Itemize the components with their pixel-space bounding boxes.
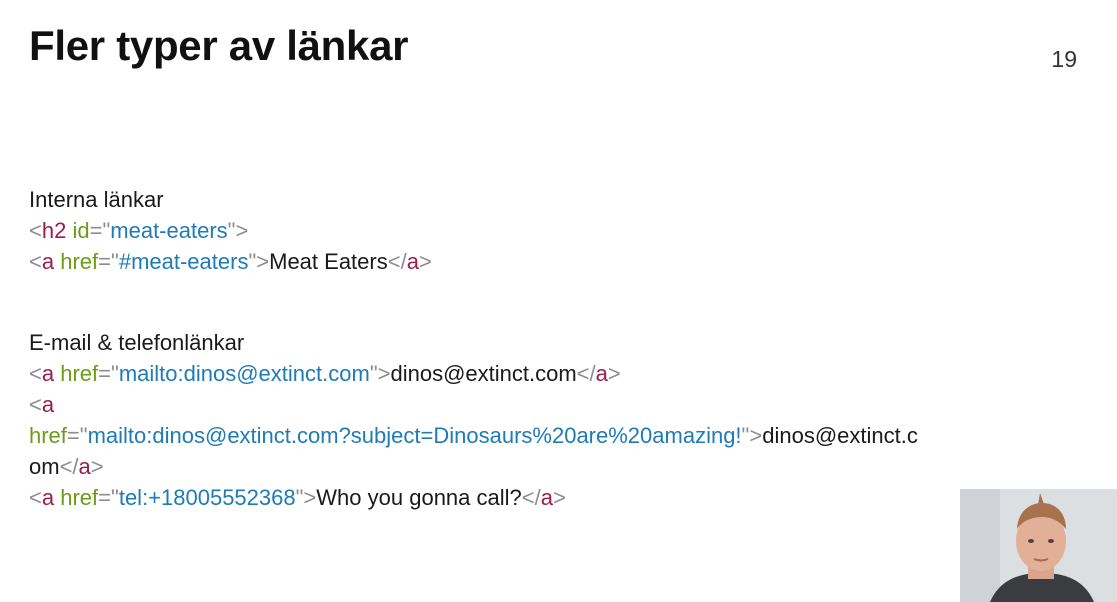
code-line: <a: [29, 389, 1089, 420]
code-line: href="mailto:dinos@extinct.com?subject=D…: [29, 420, 1089, 451]
code-attribute: href: [60, 361, 99, 386]
section-heading: E-mail & telefonlänkar: [29, 330, 245, 355]
code-punctuation: =": [89, 218, 111, 243]
code-punctuation: ">: [227, 218, 249, 243]
code-punctuation: >: [607, 361, 621, 386]
code-tag-name: a: [540, 485, 553, 510]
code-punctuation: <: [29, 485, 42, 510]
code-line: <h2 id="meat-eaters">: [29, 215, 1089, 246]
code-line: om</a>: [29, 451, 1089, 482]
code-attribute: href: [60, 249, 99, 274]
code-punctuation: <: [29, 218, 42, 243]
section-heading: Interna länkar: [29, 187, 164, 212]
section-internal-links: Interna länkar <h2 id="meat-eaters"> <a …: [29, 184, 1089, 277]
code-attribute-value: mailto:dinos@extinct.com?subject=Dinosau…: [87, 423, 742, 448]
code-attribute-value: #meat-eaters: [118, 249, 249, 274]
code-punctuation: =": [66, 423, 88, 448]
code-punctuation: >: [418, 249, 432, 274]
slide-title: Fler typer av länkar: [29, 22, 409, 69]
slide-content: Interna länkar <h2 id="meat-eaters"> <a …: [29, 184, 1089, 513]
code-attribute: href: [60, 485, 99, 510]
code-punctuation: >: [552, 485, 566, 510]
code-attribute-value: meat-eaters: [110, 218, 228, 243]
code-punctuation: =": [98, 361, 119, 386]
code-tag-name: a: [41, 361, 55, 386]
code-tag-name: a: [406, 249, 419, 274]
code-line: <a href="tel:+18005552368">Who you gonna…: [29, 482, 1089, 513]
code-punctuation: ">: [369, 361, 391, 386]
code-punctuation: </: [387, 249, 407, 274]
code-tag-name: a: [41, 392, 55, 417]
slide-number: 19: [1051, 46, 1077, 72]
code-text: dinos@extinct.c: [762, 423, 918, 448]
code-punctuation: ">: [248, 249, 270, 274]
code-tag-name: a: [595, 361, 608, 386]
code-text: om: [29, 454, 60, 479]
code-punctuation: =": [98, 249, 119, 274]
code-line: <a href="mailto:dinos@extinct.com">dinos…: [29, 358, 1089, 389]
code-tag-name: a: [41, 249, 55, 274]
code-punctuation: ">: [295, 485, 317, 510]
code-attribute: id: [72, 218, 90, 243]
presenter-webcam-icon: [960, 489, 1117, 602]
code-text: Meat Eaters: [269, 249, 388, 274]
code-text: dinos@extinct.com: [390, 361, 577, 386]
code-tag-name: a: [78, 454, 91, 479]
code-attribute-value: mailto:dinos@extinct.com: [118, 361, 370, 386]
code-punctuation: <: [29, 249, 42, 274]
code-punctuation: </: [59, 454, 79, 479]
code-text: Who you gonna call?: [316, 485, 522, 510]
code-line: <a href="#meat-eaters">Meat Eaters</a>: [29, 246, 1089, 277]
code-punctuation: >: [90, 454, 104, 479]
section-email-phone-links: E-mail & telefonlänkar <a href="mailto:d…: [29, 327, 1089, 513]
code-tag-name: a: [41, 485, 55, 510]
code-punctuation: =": [98, 485, 119, 510]
presenter-webcam-overlay: [960, 489, 1117, 602]
code-attribute: href: [29, 423, 67, 448]
code-punctuation: </: [521, 485, 541, 510]
code-punctuation: </: [576, 361, 596, 386]
code-tag-name: h2: [41, 218, 67, 243]
code-punctuation: ">: [741, 423, 763, 448]
code-punctuation: <: [29, 392, 42, 417]
code-attribute-value: tel:+18005552368: [118, 485, 296, 510]
code-punctuation: <: [29, 361, 42, 386]
